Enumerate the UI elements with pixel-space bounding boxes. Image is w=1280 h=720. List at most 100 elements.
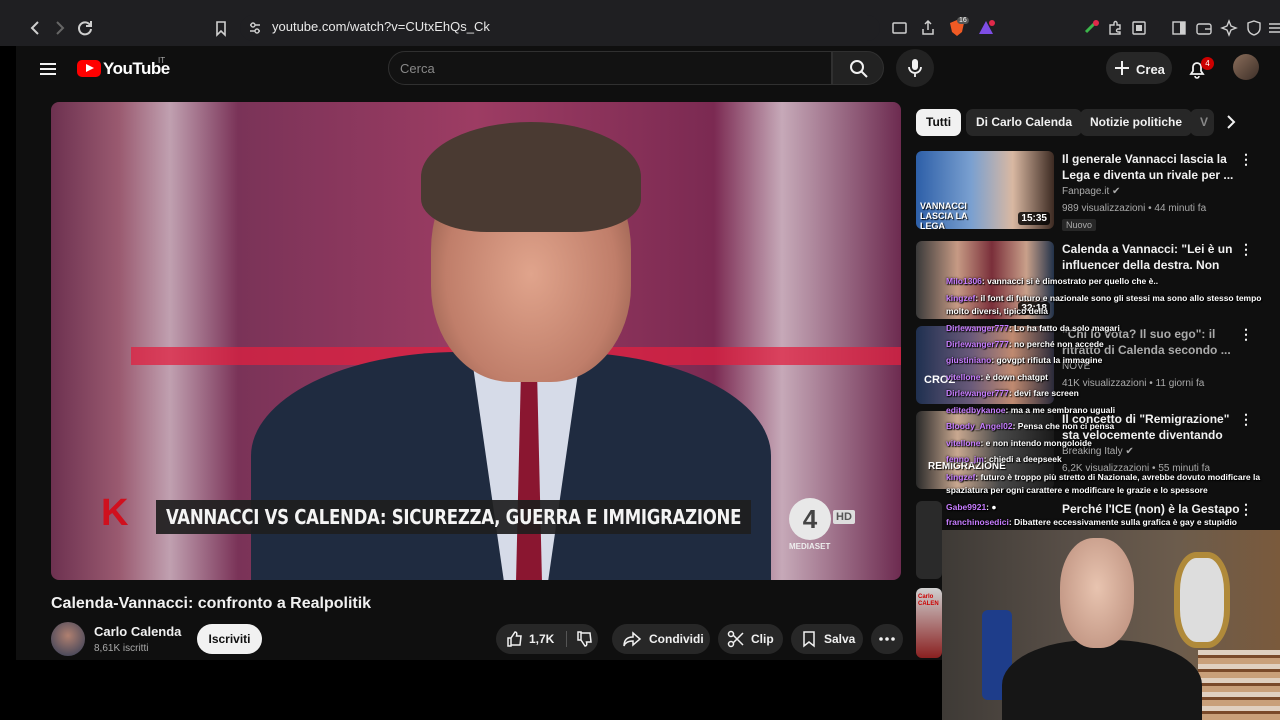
- vpn-shield-icon[interactable]: [1243, 17, 1265, 39]
- chat-user: Bloody_Angel02: [946, 421, 1013, 431]
- rewards-icon[interactable]: [975, 17, 997, 39]
- bottom-margin: [0, 660, 940, 720]
- chat-message: kingzef: il font di futuro e nazionale s…: [946, 293, 1261, 303]
- chat-user: Dirlewanger777: [946, 388, 1009, 398]
- chat-text: : Lo ha fatto da solo magari: [1008, 323, 1120, 333]
- more-vertical-icon[interactable]: ⋮: [1239, 241, 1253, 258]
- more-actions-button[interactable]: [871, 624, 903, 654]
- chat-message: Dirlewanger777: devi fare screen: [946, 388, 1079, 398]
- divider: [566, 631, 567, 647]
- chat-message: Gabe9921: ●: [946, 502, 997, 512]
- bookmark-icon[interactable]: [210, 17, 232, 39]
- reload-icon[interactable]: [74, 17, 96, 39]
- video-thumbnail[interactable]: Carlo CALEN: [916, 588, 942, 658]
- chat-message: Dirlewanger777: Lo ha fatto da solo maga…: [946, 323, 1120, 333]
- chip-tutti[interactable]: Tutti: [916, 109, 962, 136]
- chat-user: giustiniano: [946, 355, 992, 365]
- webcam-overlay: [942, 530, 1280, 720]
- recommendation-item[interactable]: VANNACCI LASCIA LA LEGA 15:35 Il general…: [916, 151, 1280, 233]
- chat-user: kingzef: [946, 293, 976, 303]
- like-count[interactable]: 1,7K: [529, 624, 554, 654]
- chat-text: : futuro è troppo più stretto di Naziona…: [975, 472, 1261, 482]
- share-label: Condividi: [649, 632, 704, 646]
- search-input[interactable]: Cerca: [400, 61, 435, 76]
- presenter-hair: [421, 122, 641, 232]
- recommendation-title[interactable]: Calenda a Vannacci: "Lei è un influencer…: [1062, 241, 1242, 273]
- chat-user: Milo1306: [946, 276, 982, 286]
- wallet-icon[interactable]: [1193, 17, 1215, 39]
- chat-message: kingzef: futuro è troppo più stretto di …: [946, 472, 1260, 482]
- recommendation-channel[interactable]: Fanpage.it ✔: [1062, 186, 1120, 197]
- browser-menu-icon[interactable]: [1264, 17, 1280, 39]
- voice-search-button[interactable]: [896, 49, 934, 87]
- streamer-body: [1002, 640, 1202, 720]
- video-player[interactable]: K VANNACCI VS CALENDA: SICUREZZA, GUERRA…: [51, 102, 901, 580]
- chevron-right-icon[interactable]: [1220, 111, 1242, 133]
- clip-button[interactable]: Clip: [718, 624, 783, 654]
- thumbnail-text: Carlo CALEN: [918, 594, 939, 607]
- country-code: IT: [158, 56, 166, 65]
- microphone-icon: [905, 57, 925, 79]
- chat-user: kingzef: [946, 472, 976, 482]
- subscribe-button[interactable]: Iscriviti: [197, 624, 262, 654]
- chat-message: vitellone: è down chatgpt: [946, 372, 1048, 382]
- youtube-logo-icon[interactable]: [77, 60, 101, 77]
- plus-icon: [1114, 60, 1130, 76]
- extension-icon[interactable]: [1080, 17, 1102, 39]
- recommendation-title[interactable]: Il generale Vannacci lascia la Lega e di…: [1062, 151, 1242, 183]
- notification-badge: 4: [1201, 57, 1214, 70]
- forward-arrow-icon[interactable]: [49, 17, 71, 39]
- chat-user: Gabe9921: [946, 502, 987, 512]
- video-title: Calenda-Vannacci: confronto a Realpoliti…: [51, 595, 372, 612]
- sidebar-icon[interactable]: [1168, 17, 1190, 39]
- streamer-head: [1060, 538, 1134, 648]
- search-box[interactable]: [388, 51, 832, 85]
- hamburger-menu-icon[interactable]: [36, 57, 60, 81]
- share-button[interactable]: Condividi: [612, 624, 710, 654]
- dislike-icon[interactable]: [575, 629, 595, 649]
- chat-message: Dirlewanger777: no perché non accede: [946, 339, 1104, 349]
- url-text[interactable]: youtube.com/watch?v=CUtxEhQs_Ck: [272, 19, 490, 34]
- chat-text: : no perché non accede: [1008, 339, 1104, 349]
- back-arrow-icon[interactable]: [24, 17, 46, 39]
- more-horizontal-icon: [877, 629, 897, 649]
- tab-capture-icon[interactable]: [1128, 17, 1150, 39]
- chip-notizie-politiche[interactable]: Notizie politiche: [1080, 109, 1193, 136]
- save-button[interactable]: Salva: [791, 624, 863, 654]
- chat-message: spaziatura per ogni carattere e modifica…: [946, 485, 1208, 495]
- save-icon: [799, 629, 819, 649]
- chat-text: : ma a me sembrano uguali: [1005, 405, 1116, 415]
- chat-text: : Dibattere eccessivamente sulla grafica…: [1008, 517, 1238, 527]
- chat-message: editedbykanoe: ma a me sembrano uguali: [946, 405, 1115, 415]
- channel-avatar[interactable]: [51, 622, 85, 656]
- video-thumbnail[interactable]: VANNACCI LASCIA LA LEGA 15:35: [916, 151, 1054, 229]
- cast-icon[interactable]: [888, 17, 910, 39]
- chat-message: giustiniano: govgpt rifiuta la immagine: [946, 355, 1102, 365]
- like-icon[interactable]: [505, 629, 525, 649]
- chat-text: spaziatura per ogni carattere e modifica…: [946, 485, 1208, 495]
- chat-text: : vannacci si è dimostrato per quello ch…: [981, 276, 1159, 286]
- chat-message: molto diversi, tipico della: [946, 306, 1048, 316]
- chat-user: Dirlewanger777: [946, 323, 1009, 333]
- chat-text: : è down chatgpt: [980, 372, 1049, 382]
- hd-badge: HD: [833, 510, 855, 524]
- ai-sparkle-icon[interactable]: [1218, 17, 1240, 39]
- puzzle-icon[interactable]: [1104, 17, 1126, 39]
- share-page-icon[interactable]: [917, 17, 939, 39]
- duration-badge: 15:35: [1018, 212, 1050, 225]
- chat-user: fenno_jm: [946, 454, 984, 464]
- create-label[interactable]: Crea: [1136, 62, 1165, 77]
- chip-partial[interactable]: V: [1190, 109, 1214, 136]
- search-button[interactable]: [832, 51, 884, 85]
- thumbnail-text: VANNACCI LASCIA LA LEGA: [920, 201, 968, 229]
- site-settings-icon[interactable]: [244, 17, 266, 39]
- more-vertical-icon[interactable]: ⋮: [1239, 151, 1253, 168]
- chat-text: : Pensa che non ci pensa: [1012, 421, 1115, 431]
- channel-name[interactable]: Carlo Calenda: [94, 624, 181, 639]
- chat-user: franchinosedici: [946, 517, 1009, 527]
- chat-text: : il font di futuro e nazionale sono gli…: [975, 293, 1262, 303]
- account-avatar[interactable]: [1233, 54, 1259, 80]
- share-icon: [622, 629, 642, 649]
- chat-text: : devi fare screen: [1008, 388, 1079, 398]
- chip-di-carlo-calenda[interactable]: Di Carlo Calenda: [966, 109, 1083, 136]
